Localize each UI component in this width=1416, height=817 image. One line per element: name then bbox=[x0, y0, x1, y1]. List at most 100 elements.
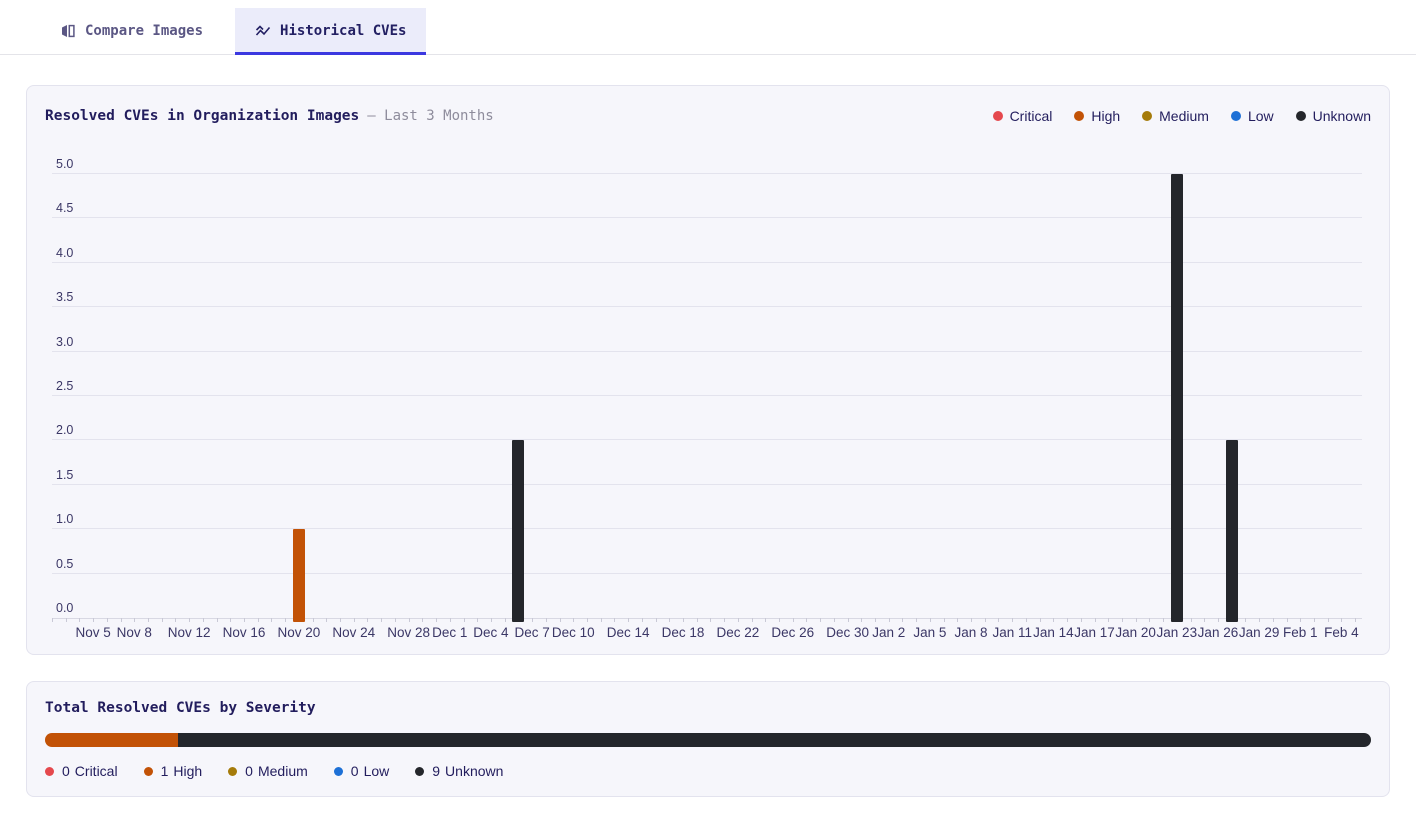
tab-compare-images[interactable]: Compare Images bbox=[40, 8, 223, 54]
x-axis-label-dec-1: Dec 1 bbox=[432, 625, 467, 640]
x-axis-tick bbox=[642, 618, 643, 622]
y-axis-label-4: 4.0 bbox=[56, 246, 73, 260]
gridline-y-1.5 bbox=[52, 484, 1362, 485]
x-axis-tick bbox=[587, 618, 588, 622]
stacked-segment-unknown bbox=[178, 733, 1371, 747]
x-axis-tick bbox=[326, 618, 327, 622]
resolved-cves-chart-card: Resolved CVEs in Organization Images— La… bbox=[26, 85, 1390, 655]
x-axis-tick bbox=[916, 618, 917, 622]
chart-card-subtitle: — Last 3 Months bbox=[367, 108, 493, 124]
x-axis-tick bbox=[79, 618, 80, 622]
x-axis-label-dec-30: Dec 30 bbox=[826, 625, 869, 640]
x-axis-tick bbox=[244, 618, 245, 622]
x-axis-tick bbox=[697, 618, 698, 622]
chart-title-wrap: Resolved CVEs in Organization Images— La… bbox=[45, 107, 494, 125]
x-axis-tick bbox=[1122, 618, 1123, 622]
severity-dot-low bbox=[1231, 111, 1241, 121]
x-axis-tick bbox=[861, 618, 862, 622]
legend-item-high: 1High bbox=[144, 763, 203, 779]
cve-bar-nov-20 bbox=[293, 529, 305, 622]
x-axis-tick bbox=[477, 618, 478, 622]
x-axis-label-nov-8: Nov 8 bbox=[117, 625, 152, 640]
severity-dot-high bbox=[144, 767, 153, 776]
x-axis-tick bbox=[395, 618, 396, 622]
x-axis-label-nov-5: Nov 5 bbox=[76, 625, 111, 640]
x-axis-tick bbox=[1204, 618, 1205, 622]
x-axis-tick bbox=[710, 618, 711, 622]
x-axis-tick bbox=[1259, 618, 1260, 622]
x-axis-tick bbox=[875, 618, 876, 622]
x-axis-tick bbox=[464, 618, 465, 622]
x-axis-label-jan-14: Jan 14 bbox=[1033, 625, 1074, 640]
x-axis-label-dec-26: Dec 26 bbox=[771, 625, 814, 640]
x-axis-tick bbox=[1040, 618, 1041, 622]
legend-item-high: High bbox=[1074, 108, 1120, 124]
y-axis-label-1.5: 1.5 bbox=[56, 468, 73, 482]
legend-label-medium: Medium bbox=[1159, 108, 1209, 124]
x-axis-tick bbox=[148, 618, 149, 622]
x-axis-tick bbox=[1095, 618, 1096, 622]
severity-legend: CriticalHighMediumLowUnknown bbox=[993, 108, 1371, 124]
gridline-y-0.5 bbox=[52, 573, 1362, 574]
x-axis-label-dec-18: Dec 18 bbox=[662, 625, 705, 640]
x-axis-tick bbox=[724, 618, 725, 622]
cve-bar-dec-6 bbox=[512, 440, 524, 622]
x-axis-tick bbox=[683, 618, 684, 622]
gridline-y-3.5 bbox=[52, 306, 1362, 307]
legend-label-unknown: Unknown bbox=[1313, 108, 1371, 124]
y-axis-label-2.5: 2.5 bbox=[56, 379, 73, 393]
x-axis-tick bbox=[601, 618, 602, 622]
legend-item-medium: 0Medium bbox=[228, 763, 308, 779]
x-axis-tick bbox=[971, 618, 972, 622]
x-axis-tick bbox=[930, 618, 931, 622]
x-axis-tick bbox=[162, 618, 163, 622]
tab-historical-cves[interactable]: Historical CVEs bbox=[235, 8, 426, 54]
chart-card-header: Resolved CVEs in Organization Images— La… bbox=[45, 104, 1371, 128]
x-axis-tick bbox=[381, 618, 382, 622]
legend-label-high: High bbox=[173, 763, 202, 779]
severity-stacked-bar bbox=[45, 733, 1371, 747]
x-axis-tick bbox=[1355, 618, 1356, 622]
x-axis-tick bbox=[738, 618, 739, 622]
totals-by-severity-card: Total Resolved CVEs by Severity 0Critica… bbox=[26, 681, 1390, 797]
severity-dot-medium bbox=[1142, 111, 1152, 121]
x-axis-label-dec-14: Dec 14 bbox=[607, 625, 650, 640]
x-axis-label-nov-24: Nov 24 bbox=[332, 625, 375, 640]
x-axis-label-jan-2: Jan 2 bbox=[872, 625, 905, 640]
x-axis-tick bbox=[491, 618, 492, 622]
x-axis-tick bbox=[985, 618, 986, 622]
legend-count-unknown: 9 bbox=[432, 763, 440, 779]
x-axis-tick bbox=[93, 618, 94, 622]
stacked-segment-high bbox=[45, 733, 178, 747]
x-axis-label-jan-17: Jan 17 bbox=[1074, 625, 1115, 640]
y-axis-label-1: 1.0 bbox=[56, 512, 73, 526]
x-axis-tick bbox=[258, 618, 259, 622]
x-axis-tick bbox=[669, 618, 670, 622]
x-axis-tick bbox=[628, 618, 629, 622]
x-axis-tick bbox=[340, 618, 341, 622]
legend-label-high: High bbox=[1091, 108, 1120, 124]
x-axis-tick bbox=[573, 618, 574, 622]
x-axis-label-jan-23: Jan 23 bbox=[1157, 625, 1198, 640]
tab-bar: Compare Images Historical CVEs bbox=[0, 0, 1416, 55]
x-axis-tick bbox=[1026, 618, 1027, 622]
x-axis-tick bbox=[52, 618, 53, 622]
cve-bar-jan-23 bbox=[1171, 174, 1183, 622]
x-axis-tick bbox=[889, 618, 890, 622]
x-axis-tick bbox=[1163, 618, 1164, 622]
x-axis-tick bbox=[1067, 618, 1068, 622]
legend-label-low: Low bbox=[364, 763, 390, 779]
x-axis-tick bbox=[765, 618, 766, 622]
x-axis-tick bbox=[1191, 618, 1192, 622]
x-axis-tick bbox=[285, 618, 286, 622]
gridline-y-5 bbox=[52, 173, 1362, 174]
severity-dot-unknown bbox=[1296, 111, 1306, 121]
x-axis-label-jan-5: Jan 5 bbox=[913, 625, 946, 640]
x-axis-tick bbox=[217, 618, 218, 622]
gridline-y-4 bbox=[52, 262, 1362, 263]
x-axis-tick bbox=[354, 618, 355, 622]
x-axis-label-jan-11: Jan 11 bbox=[992, 625, 1032, 640]
x-axis-tick bbox=[189, 618, 190, 622]
x-axis-tick bbox=[957, 618, 958, 622]
legend-count-critical: 0 bbox=[62, 763, 70, 779]
